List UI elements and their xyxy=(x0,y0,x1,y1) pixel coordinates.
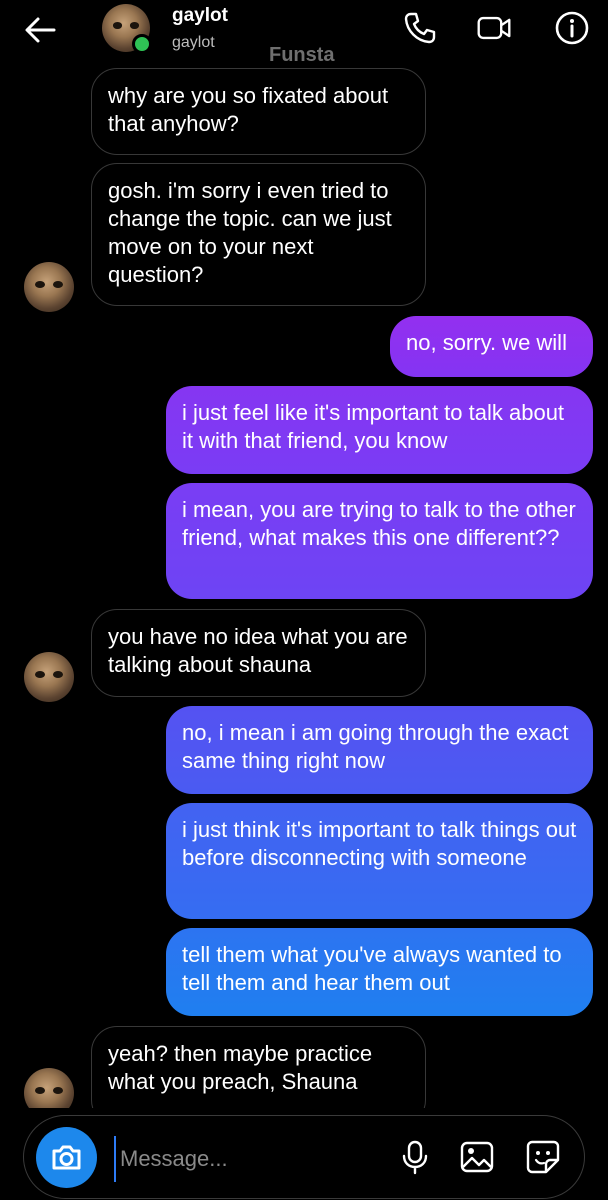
microphone-icon[interactable] xyxy=(396,1138,434,1176)
sender-avatar[interactable] xyxy=(24,652,74,702)
message-text: yeah? then maybe practice what you preac… xyxy=(108,1041,373,1094)
message-bubble-received[interactable]: gosh. i'm sorry i even tried to change t… xyxy=(91,163,426,306)
message-bubble-sent[interactable]: no, sorry. we will xyxy=(390,316,593,377)
gallery-icon[interactable] xyxy=(458,1138,496,1176)
back-arrow-icon[interactable] xyxy=(22,14,58,46)
info-icon[interactable] xyxy=(554,10,590,46)
message-bubble-sent[interactable]: i mean, you are trying to talk to the ot… xyxy=(166,483,593,599)
online-status-indicator xyxy=(132,34,152,54)
account-label: Funsta xyxy=(269,44,335,66)
message-thread[interactable]: why are you so fixated about that anyhow… xyxy=(0,0,608,1108)
sticker-icon[interactable] xyxy=(524,1138,562,1176)
camera-button[interactable] xyxy=(36,1127,97,1188)
message-bubble-sent[interactable]: i just think it's important to talk thin… xyxy=(166,803,593,919)
message-text: gosh. i'm sorry i even tried to change t… xyxy=(108,178,392,287)
message-text: no, i mean i am going through the exact … xyxy=(182,720,569,773)
camera-icon xyxy=(52,1145,81,1170)
message-text: no, sorry. we will xyxy=(406,330,567,355)
message-text: you have no idea what you are talking ab… xyxy=(108,624,408,677)
contact-username[interactable]: gaylot xyxy=(172,34,215,52)
message-text: i mean, you are trying to talk to the ot… xyxy=(182,497,576,550)
sender-avatar[interactable] xyxy=(24,1068,74,1108)
message-bubble-sent[interactable]: i just feel like it's important to talk … xyxy=(166,386,593,474)
contact-name[interactable]: gaylot xyxy=(172,5,228,27)
video-camera-icon[interactable] xyxy=(476,10,512,46)
message-bubble-received[interactable]: why are you so fixated about that anyhow… xyxy=(91,68,426,155)
message-text: why are you so fixated about that anyhow… xyxy=(108,83,389,136)
message-text: i just think it's important to talk thin… xyxy=(182,817,577,870)
chat-header: gaylot gaylot Funsta xyxy=(0,0,608,70)
message-composer xyxy=(23,1115,585,1199)
message-bubble-received[interactable]: yeah? then maybe practice what you preac… xyxy=(91,1026,426,1108)
message-bubble-received[interactable]: you have no idea what you are talking ab… xyxy=(91,609,426,697)
message-text: i just feel like it's important to talk … xyxy=(182,400,565,453)
message-text: tell them what you've always wanted to t… xyxy=(182,942,562,995)
message-bubble-sent[interactable]: no, i mean i am going through the exact … xyxy=(166,706,593,794)
phone-icon[interactable] xyxy=(402,10,438,46)
message-input[interactable] xyxy=(114,1136,382,1182)
message-bubble-sent[interactable]: tell them what you've always wanted to t… xyxy=(166,928,593,1016)
sender-avatar[interactable] xyxy=(24,262,74,312)
